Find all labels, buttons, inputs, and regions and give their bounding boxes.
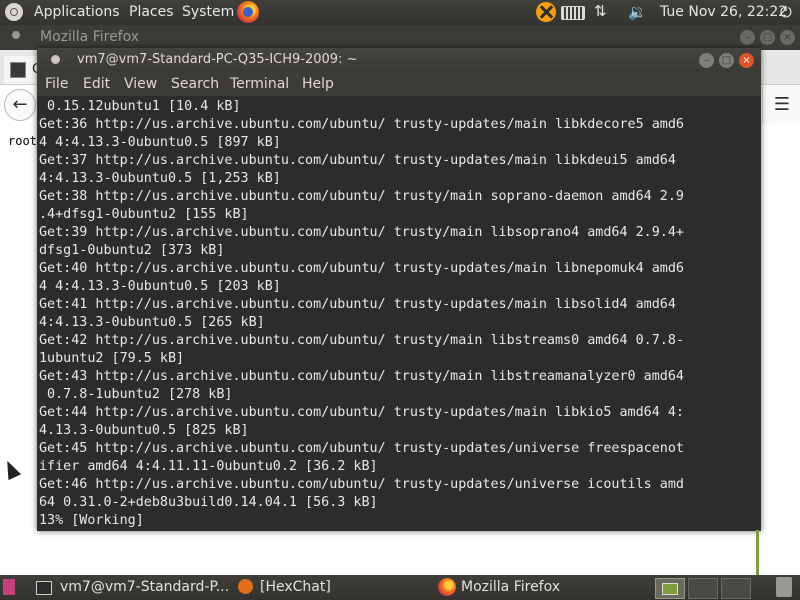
terminal-line: .4+dfsg1-0ubuntu2 [155 kB] bbox=[39, 207, 249, 222]
workspace-2[interactable] bbox=[688, 578, 718, 599]
applications-menu[interactable]: Applications bbox=[34, 4, 120, 20]
menu-search[interactable]: Search bbox=[171, 76, 219, 92]
firefox-icon bbox=[438, 578, 456, 596]
firefox-tab[interactable]: C bbox=[4, 56, 41, 84]
menu-file[interactable]: File bbox=[45, 76, 68, 92]
page-text: root bbox=[8, 134, 37, 148]
bottom-panel: vm7@vm7-Standard-P... [HexChat] Mozilla … bbox=[0, 575, 800, 600]
firefox-titlebar[interactable]: Mozilla Firefox – □ × bbox=[0, 25, 800, 50]
terminal-line: Get:39 http://us.archive.ubuntu.com/ubun… bbox=[39, 225, 684, 240]
menu-view[interactable]: View bbox=[124, 76, 157, 92]
firefox-launcher-icon[interactable] bbox=[237, 1, 259, 23]
terminal-line: Get:45 http://us.archive.ubuntu.com/ubun… bbox=[39, 441, 684, 456]
terminal-line: Get:36 http://us.archive.ubuntu.com/ubun… bbox=[39, 117, 684, 132]
trash-icon[interactable] bbox=[776, 577, 792, 597]
workspace-1[interactable] bbox=[655, 578, 685, 599]
taskbar-item-label: [HexChat] bbox=[260, 579, 331, 595]
terminal-line: 0.7.8-1ubuntu2 [278 kB] bbox=[39, 387, 233, 402]
terminal-line: ifier amd64 4:4.11.11-0ubuntu0.2 [36.2 k… bbox=[39, 459, 378, 474]
firefox-maximize-button[interactable]: □ bbox=[760, 30, 775, 45]
taskbar-item-label: Mozilla Firefox bbox=[461, 579, 561, 595]
taskbar-item-label: vm7@vm7-Standard-P... bbox=[60, 579, 230, 595]
terminal-line: Get:41 http://us.archive.ubuntu.com/ubun… bbox=[39, 297, 676, 312]
terminal-line: 64 0.31.0-2+deb8u3build0.14.04.1 [56.3 k… bbox=[39, 495, 378, 510]
terminal-line: 4.13.3-0ubuntu0.5 [825 kB] bbox=[39, 423, 249, 438]
terminal-titlebar[interactable]: vm7@vm7-Standard-PC-Q35-ICH9-2009: ~ – □… bbox=[37, 48, 761, 72]
terminal-window[interactable]: vm7@vm7-Standard-PC-Q35-ICH9-2009: ~ – □… bbox=[37, 48, 761, 578]
terminal-close-button[interactable]: × bbox=[739, 53, 754, 68]
terminal-lines: 0.15.12ubuntu1 [10.4 kB] Get:36 http://us… bbox=[39, 98, 684, 530]
firefox-close-button[interactable]: × bbox=[780, 30, 795, 45]
power-icon[interactable]: ⏻ bbox=[780, 3, 792, 21]
places-menu[interactable]: Places bbox=[129, 4, 174, 20]
terminal-line: 4 4:4.13.3-0ubuntu0.5 [897 kB] bbox=[39, 135, 281, 150]
terminal-scrollbar[interactable] bbox=[756, 530, 759, 578]
menu-help[interactable]: Help bbox=[302, 76, 334, 92]
volume-icon[interactable]: 🔉 bbox=[628, 3, 647, 21]
hexchat-icon bbox=[238, 579, 253, 594]
ubuntu-logo-icon[interactable] bbox=[5, 3, 23, 21]
workspace-3[interactable] bbox=[721, 578, 751, 599]
taskbar-item-firefox[interactable]: Mozilla Firefox bbox=[432, 575, 632, 600]
network-icon[interactable]: ⇅ bbox=[594, 2, 607, 20]
terminal-menubar: File Edit View Search Terminal Help bbox=[37, 72, 761, 96]
tab-favicon-icon bbox=[10, 62, 26, 78]
terminal-line: Get:42 http://us.archive.ubuntu.com/ubun… bbox=[39, 333, 684, 348]
terminal-line: 1ubuntu2 [79.5 kB] bbox=[39, 351, 185, 366]
terminal-line: 0.15.12ubuntu1 [10.4 kB] bbox=[39, 99, 241, 114]
terminal-line: 13% [Working] bbox=[39, 513, 144, 528]
keyboard-icon[interactable] bbox=[561, 6, 585, 20]
terminal-line: Get:44 http://us.archive.ubuntu.com/ubun… bbox=[39, 405, 684, 420]
terminal-line: Get:43 http://us.archive.ubuntu.com/ubun… bbox=[39, 369, 684, 384]
terminal-output[interactable]: 0.15.12ubuntu1 [10.4 kB] Get:36 http://us… bbox=[38, 96, 760, 578]
terminal-line: 4 4:4.13.3-0ubuntu0.5 [203 kB] bbox=[39, 279, 281, 294]
firefox-window-title: Mozilla Firefox bbox=[40, 29, 140, 45]
terminal-maximize-button[interactable]: □ bbox=[719, 53, 734, 68]
show-desktop-button[interactable] bbox=[3, 579, 15, 595]
taskbar-item-terminal[interactable]: vm7@vm7-Standard-P... bbox=[28, 575, 230, 600]
taskbar-item-hexchat[interactable]: [HexChat] bbox=[230, 575, 430, 600]
terminal-line: Get:40 http://us.archive.ubuntu.com/ubun… bbox=[39, 261, 684, 276]
terminal-line: 4:4.13.3-0ubuntu0.5 [265 kB] bbox=[39, 315, 265, 330]
terminal-line: Get:38 http://us.archive.ubuntu.com/ubun… bbox=[39, 189, 684, 204]
terminal-minimize-button[interactable]: – bbox=[699, 53, 714, 68]
window-menu-icon[interactable] bbox=[12, 31, 20, 39]
menu-edit[interactable]: Edit bbox=[83, 76, 110, 92]
terminal-line: Get:37 http://us.archive.ubuntu.com/ubun… bbox=[39, 153, 676, 168]
menu-terminal[interactable]: Terminal bbox=[230, 76, 289, 92]
indicator-x-icon[interactable] bbox=[536, 2, 556, 22]
system-menu[interactable]: System bbox=[182, 4, 234, 20]
firefox-minimize-button[interactable]: – bbox=[740, 30, 755, 45]
terminal-line: dfsg1-0ubuntu2 [373 kB] bbox=[39, 243, 225, 258]
terminal-icon bbox=[36, 581, 52, 595]
hamburger-menu-icon[interactable]: ☰ bbox=[762, 86, 800, 124]
terminal-window-title: vm7@vm7-Standard-PC-Q35-ICH9-2009: ~ bbox=[77, 52, 358, 67]
terminal-line: 4:4.13.3-0ubuntu0.5 [1,253 kB] bbox=[39, 171, 281, 186]
clock[interactable]: Tue Nov 26, 22:22 bbox=[660, 4, 787, 20]
window-menu-icon[interactable] bbox=[51, 55, 60, 64]
top-panel: Applications Places System ⇅ 🔉 Tue Nov 2… bbox=[0, 0, 800, 25]
back-button[interactable]: ← bbox=[4, 89, 36, 121]
terminal-line: Get:46 http://us.archive.ubuntu.com/ubun… bbox=[39, 477, 684, 492]
